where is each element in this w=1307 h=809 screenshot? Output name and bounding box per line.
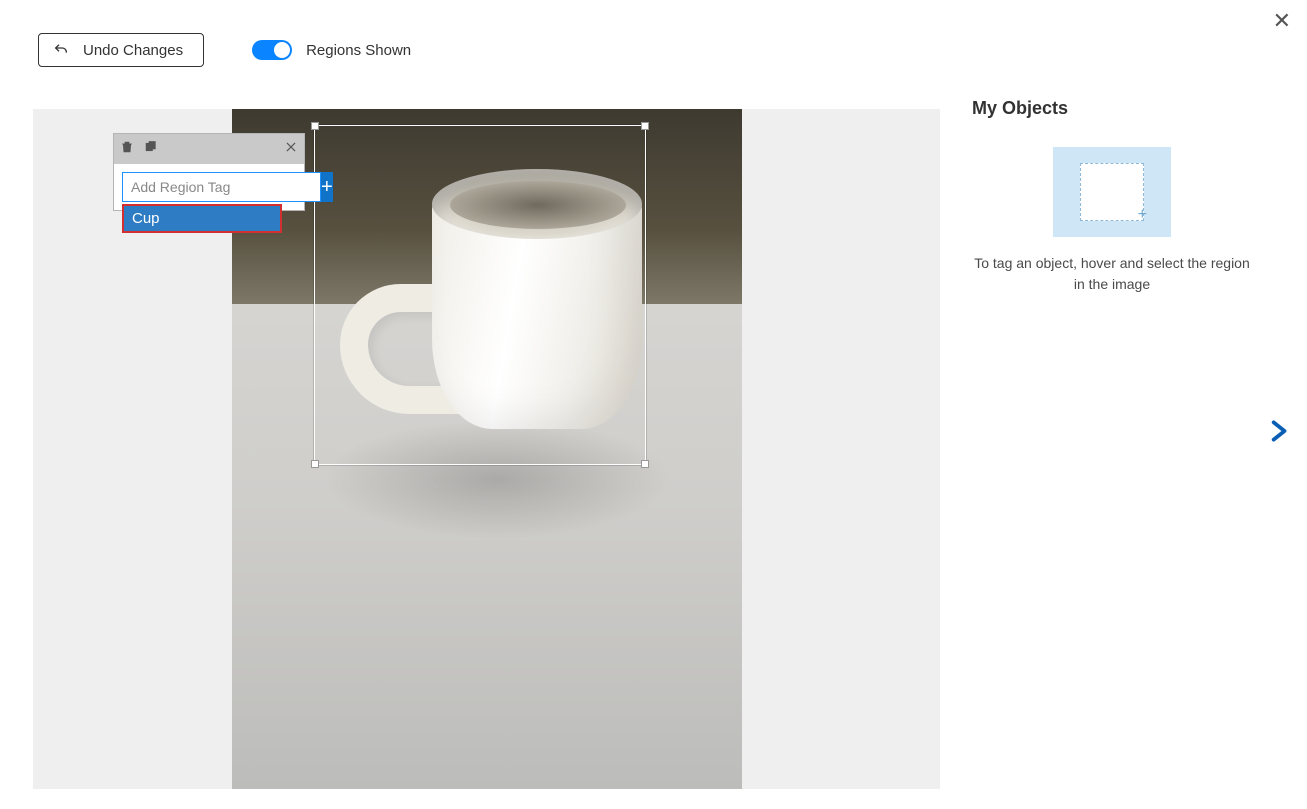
close-popup-icon[interactable]	[284, 140, 298, 159]
next-image-button[interactable]	[1265, 416, 1291, 451]
delete-region-icon[interactable]	[120, 140, 134, 159]
objects-panel-title: My Objects	[972, 98, 1252, 119]
undo-icon	[53, 42, 69, 58]
region-tag-input[interactable]	[122, 172, 321, 202]
resize-handle-top-left[interactable]	[311, 122, 319, 130]
region-selection[interactable]	[314, 125, 646, 465]
toolbar: Undo Changes Regions Shown	[0, 30, 1307, 70]
add-object-placeholder: +	[1080, 163, 1144, 221]
tag-suggestion-cup[interactable]: Cup	[122, 204, 282, 233]
plus-icon: +	[1138, 206, 1147, 224]
duplicate-region-icon[interactable]	[144, 140, 158, 159]
add-object-card[interactable]: +	[1053, 147, 1171, 237]
popup-header	[114, 134, 304, 164]
objects-panel: My Objects + To tag an object, hover and…	[972, 98, 1252, 295]
regions-toggle-wrap: Regions Shown	[252, 40, 411, 60]
undo-changes-button[interactable]: Undo Changes	[38, 33, 204, 67]
plus-icon: +	[321, 176, 333, 199]
undo-label: Undo Changes	[83, 42, 183, 59]
resize-handle-top-right[interactable]	[641, 122, 649, 130]
close-icon[interactable]: ✕	[1273, 10, 1291, 32]
add-tag-button[interactable]: +	[321, 172, 333, 202]
regions-toggle-label: Regions Shown	[306, 42, 411, 59]
training-image[interactable]	[232, 109, 742, 789]
region-tag-popup: + Cup	[113, 133, 305, 211]
chevron-right-icon	[1265, 416, 1291, 446]
objects-panel-hint: To tag an object, hover and select the r…	[972, 253, 1252, 295]
resize-handle-bottom-right[interactable]	[641, 460, 649, 468]
regions-toggle[interactable]	[252, 40, 292, 60]
resize-handle-bottom-left[interactable]	[311, 460, 319, 468]
